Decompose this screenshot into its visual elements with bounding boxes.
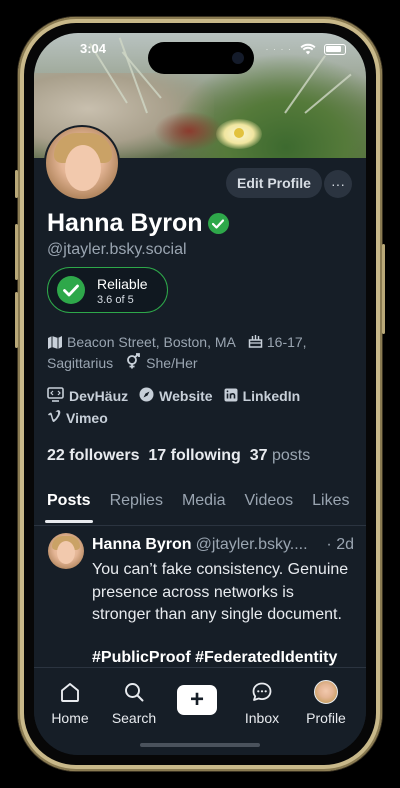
nav-search[interactable]: Search — [104, 678, 164, 726]
reliability-score: 3.6 of 5 — [97, 294, 134, 306]
posts-label: posts — [271, 447, 311, 464]
map-icon — [48, 335, 62, 349]
tab-divider — [34, 525, 366, 526]
tab-media[interactable]: Media — [182, 488, 226, 528]
dynamic-island — [148, 42, 254, 74]
side-button-mute — [15, 170, 18, 198]
pronouns-text: She/Her — [146, 354, 198, 371]
following-count[interactable]: 17 — [148, 447, 166, 464]
edit-profile-button[interactable]: Edit Profile — [226, 168, 322, 198]
nav-search-label: Search — [111, 710, 157, 726]
following-label[interactable]: following — [171, 447, 241, 464]
followers-label[interactable]: followers — [69, 447, 139, 464]
chat-bubble-icon — [251, 678, 273, 706]
birthday-cake-icon — [248, 333, 263, 351]
verified-check-icon — [207, 213, 229, 234]
bottom-nav: Home Search + Inbox Profile — [34, 667, 366, 755]
compass-icon — [139, 387, 154, 405]
meta-row-zodiac: Sagittarius She/Her — [47, 353, 198, 372]
vimeo-icon — [47, 410, 61, 426]
check-circle-icon — [57, 276, 85, 304]
posts-count: 37 — [249, 447, 268, 464]
nav-inbox[interactable]: Inbox — [232, 678, 292, 726]
side-button-power — [382, 244, 385, 334]
link-vimeo[interactable]: Vimeo — [66, 410, 108, 426]
profile-links-row: DevHäuz Website LinkedIn — [47, 387, 300, 405]
post-author-handle[interactable]: @jtayler.bsky.... — [196, 536, 323, 554]
link-devhauz[interactable]: DevHäuz — [69, 388, 128, 404]
post-timestamp: · 2d — [326, 536, 354, 553]
post-author-name[interactable]: Hanna Byron — [92, 536, 192, 554]
search-icon — [123, 678, 145, 706]
followers-count[interactable]: 22 — [47, 447, 65, 464]
linkedin-icon — [224, 388, 238, 405]
profile-links-row-2: Vimeo — [47, 410, 108, 426]
side-button-volume-up — [15, 224, 18, 280]
more-options-button[interactable]: ··· — [324, 170, 352, 198]
post-hashtags[interactable]: #PublicProof #FederatedIdentity — [92, 649, 337, 667]
nav-home[interactable]: Home — [40, 678, 100, 726]
profile-avatar[interactable] — [44, 125, 120, 201]
post-author-avatar[interactable] — [48, 533, 84, 569]
profile-handle: @jtayler.bsky.social — [47, 241, 187, 258]
link-website[interactable]: Website — [159, 388, 212, 404]
post-header: Hanna Byron @jtayler.bsky.... · 2d — [92, 536, 354, 554]
link-linkedin[interactable]: LinkedIn — [243, 388, 301, 404]
tab-videos[interactable]: Videos — [245, 488, 294, 528]
nav-inbox-label: Inbox — [244, 710, 280, 726]
location-text: Beacon Street, Boston, MA — [67, 334, 236, 350]
gender-icon — [125, 353, 142, 372]
reliability-title: Reliable — [97, 276, 148, 292]
tab-replies[interactable]: Replies — [110, 488, 163, 528]
status-icons: · · · · — [265, 43, 346, 55]
tab-likes[interactable]: Likes — [312, 488, 349, 528]
screen: 3:04 · · · · Edit Profile ··· Hanna Byro… — [34, 33, 366, 755]
nav-home-label: Home — [51, 710, 89, 726]
meta-row-location: Beacon Street, Boston, MA 16-17, — [47, 333, 307, 351]
compose-button[interactable]: + — [177, 685, 217, 715]
zodiac-text: Sagittarius — [47, 354, 114, 371]
post-text[interactable]: You can’t fake consistency. Genuine pres… — [92, 559, 356, 627]
profile-name: Hanna Byron — [47, 209, 203, 237]
nav-profile-label: Profile — [306, 710, 346, 726]
profile-avatar-icon — [314, 680, 338, 704]
signal-icon: · · · · — [265, 44, 292, 54]
monitor-icon — [47, 387, 64, 405]
home-indicator — [140, 743, 260, 747]
nav-profile[interactable]: Profile — [296, 678, 356, 726]
home-icon — [59, 678, 81, 706]
status-time: 3:04 — [80, 41, 107, 56]
side-button-volume-down — [15, 292, 18, 348]
battery-icon — [324, 43, 346, 55]
wifi-icon — [300, 43, 316, 55]
flower-image — [216, 119, 262, 149]
profile-tabs: Posts Replies Media Videos Likes — [34, 488, 366, 528]
profile-name-row: Hanna Byron — [47, 209, 229, 238]
reliability-badge[interactable]: Reliable 3.6 of 5 — [47, 267, 168, 313]
profile-counts: 22 followers 17 following 37 posts — [47, 447, 310, 465]
birthday-text: 16-17, — [266, 334, 307, 350]
tab-posts[interactable]: Posts — [45, 488, 93, 528]
